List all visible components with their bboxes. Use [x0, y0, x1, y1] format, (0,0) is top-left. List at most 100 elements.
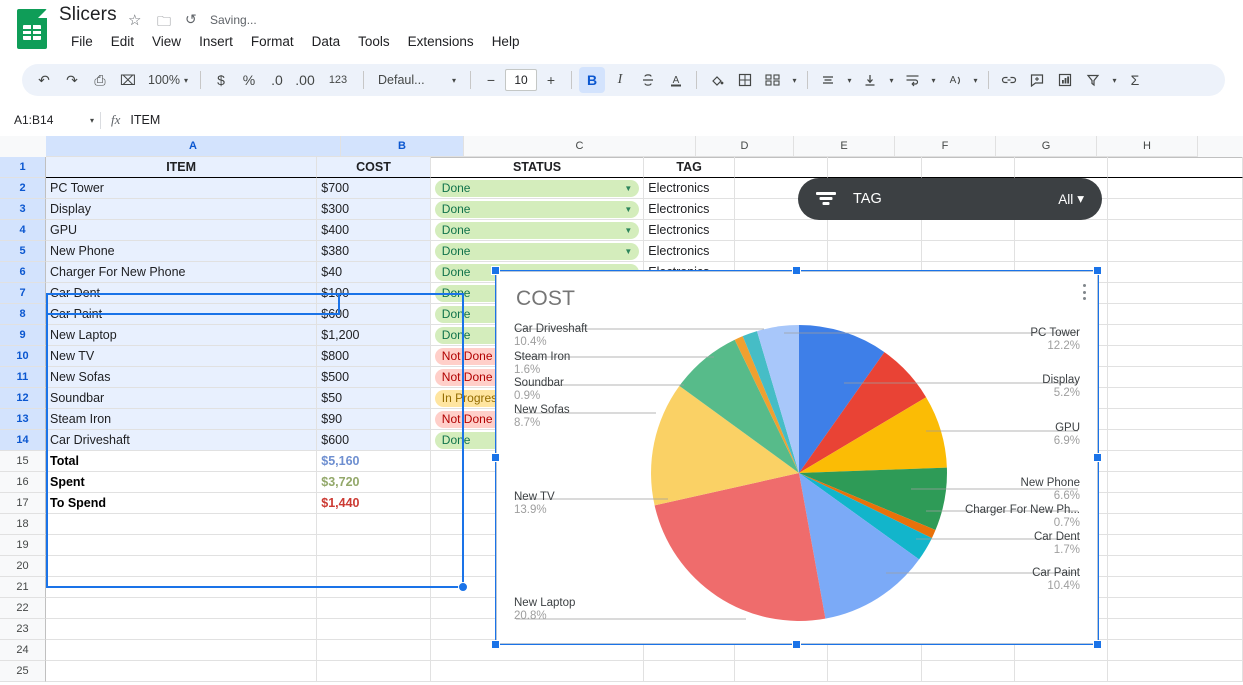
cell-blank[interactable] [317, 556, 431, 577]
document-title[interactable]: Slicers [59, 4, 117, 26]
cell-b1[interactable]: COST [317, 157, 431, 178]
redo-button[interactable]: ↷ [59, 67, 85, 93]
cell-blank[interactable] [46, 577, 317, 598]
column-header-c[interactable]: C [464, 136, 696, 157]
cell-summary-label[interactable]: Total [46, 451, 317, 472]
cell-item[interactable]: Soundbar [46, 388, 317, 409]
cell-i1[interactable] [1108, 157, 1243, 178]
cell-blank[interactable] [1108, 199, 1243, 220]
cell-blank[interactable] [317, 535, 431, 556]
cell-blank[interactable] [46, 661, 317, 682]
cell-blank[interactable] [735, 661, 828, 682]
cell-blank[interactable] [317, 598, 431, 619]
cell-g1[interactable] [922, 157, 1015, 178]
cell-cost[interactable]: $40 [317, 262, 431, 283]
name-box[interactable]: A1:B14 ▾ [8, 109, 100, 131]
column-header-b[interactable]: B [341, 136, 464, 157]
cell-tag[interactable]: Electronics [644, 178, 735, 199]
menu-format[interactable]: Format [242, 31, 303, 52]
cell-blank[interactable] [1108, 262, 1243, 283]
cell-blank[interactable] [922, 241, 1015, 262]
cell-blank[interactable] [1108, 514, 1243, 535]
column-header-a[interactable]: A [46, 136, 341, 157]
cell-blank[interactable] [1108, 430, 1243, 451]
text-wrapping-button[interactable] [899, 67, 925, 93]
row-header-22[interactable]: 22 [0, 598, 46, 619]
cell-blank[interactable] [431, 661, 645, 682]
cell-blank[interactable] [317, 661, 431, 682]
cell-blank[interactable] [1108, 661, 1243, 682]
cell-blank[interactable] [644, 661, 735, 682]
row-header-3[interactable]: 3 [0, 199, 46, 220]
text-color-button[interactable]: A [663, 67, 689, 93]
percent-format-button[interactable]: % [236, 67, 262, 93]
column-header-f[interactable]: F [895, 136, 996, 157]
cell-blank[interactable] [1108, 472, 1243, 493]
row-header-21[interactable]: 21 [0, 577, 46, 598]
row-header-23[interactable]: 23 [0, 619, 46, 640]
cell-blank[interactable] [1108, 388, 1243, 409]
chevron-down-icon[interactable]: ▼ [624, 222, 632, 239]
vertical-align-button[interactable] [857, 67, 883, 93]
cell-blank[interactable] [1108, 556, 1243, 577]
italic-button[interactable]: I [607, 67, 633, 93]
cell-tag[interactable]: Electronics [644, 241, 735, 262]
cell-blank[interactable] [317, 619, 431, 640]
cell-item[interactable]: PC Tower [46, 178, 317, 199]
row-header-1[interactable]: 1 [0, 157, 46, 178]
row-header-10[interactable]: 10 [0, 346, 46, 367]
column-header-h[interactable]: H [1097, 136, 1198, 157]
cell-status[interactable]: Done▼ [431, 199, 645, 220]
cell-blank[interactable] [317, 577, 431, 598]
row-header-12[interactable]: 12 [0, 388, 46, 409]
row-header-17[interactable]: 17 [0, 493, 46, 514]
cell-f1[interactable] [828, 157, 921, 178]
text-rotation-button[interactable]: A [941, 67, 967, 93]
horizontal-align-button[interactable] [815, 67, 841, 93]
cell-item[interactable]: Steam Iron [46, 409, 317, 430]
resize-handle-middle-left[interactable] [491, 453, 500, 462]
cell-blank[interactable] [317, 514, 431, 535]
row-header-11[interactable]: 11 [0, 367, 46, 388]
increase-decimal-button[interactable]: .00 [292, 67, 318, 93]
chevron-down-icon[interactable]: ▼ [624, 201, 632, 218]
font-family-selector[interactable]: Defaul... ▾ [370, 67, 464, 93]
text-rotation-dropdown[interactable]: ▾ [969, 67, 981, 93]
cell-item[interactable]: New Laptop [46, 325, 317, 346]
vertical-align-dropdown[interactable]: ▾ [885, 67, 897, 93]
column-header-g[interactable]: G [996, 136, 1097, 157]
cell-h1[interactable] [1015, 157, 1108, 178]
bold-button[interactable]: B [579, 67, 605, 93]
undo-button[interactable]: ↶ [31, 67, 57, 93]
font-size-input[interactable]: 10 [505, 69, 537, 91]
star-icon[interactable]: ☆ [128, 11, 141, 29]
merge-cells-button[interactable] [760, 67, 786, 93]
insert-comment-button[interactable] [1024, 67, 1050, 93]
cell-item[interactable]: Charger For New Phone [46, 262, 317, 283]
cell-blank[interactable] [1108, 598, 1243, 619]
decrease-font-size-button[interactable]: − [478, 67, 504, 93]
cell-cost[interactable]: $500 [317, 367, 431, 388]
resize-handle-top-right[interactable] [1093, 266, 1102, 275]
slicer-tag[interactable]: TAG All ▾ [798, 178, 1102, 220]
menu-view[interactable]: View [143, 31, 190, 52]
cell-blank[interactable] [1108, 577, 1243, 598]
menu-data[interactable]: Data [303, 31, 350, 52]
cell-status[interactable]: Done▼ [431, 178, 645, 199]
version-history-icon[interactable]: ↺ [185, 11, 197, 28]
row-header-13[interactable]: 13 [0, 409, 46, 430]
formula-input[interactable]: ITEM [130, 113, 1243, 127]
insert-chart-button[interactable] [1052, 67, 1078, 93]
print-button[interactable]: ⎙ [87, 67, 113, 93]
more-formats-button[interactable]: 123 [320, 67, 356, 93]
cell-blank[interactable] [1108, 367, 1243, 388]
cell-cost[interactable]: $50 [317, 388, 431, 409]
menu-tools[interactable]: Tools [349, 31, 399, 52]
cell-blank[interactable] [1108, 535, 1243, 556]
cell-cost[interactable]: $90 [317, 409, 431, 430]
selection-fill-handle[interactable] [458, 582, 468, 592]
cell-blank[interactable] [1108, 241, 1243, 262]
cell-cost[interactable]: $380 [317, 241, 431, 262]
insert-link-button[interactable] [996, 67, 1022, 93]
chevron-down-icon[interactable]: ▼ [624, 180, 632, 197]
